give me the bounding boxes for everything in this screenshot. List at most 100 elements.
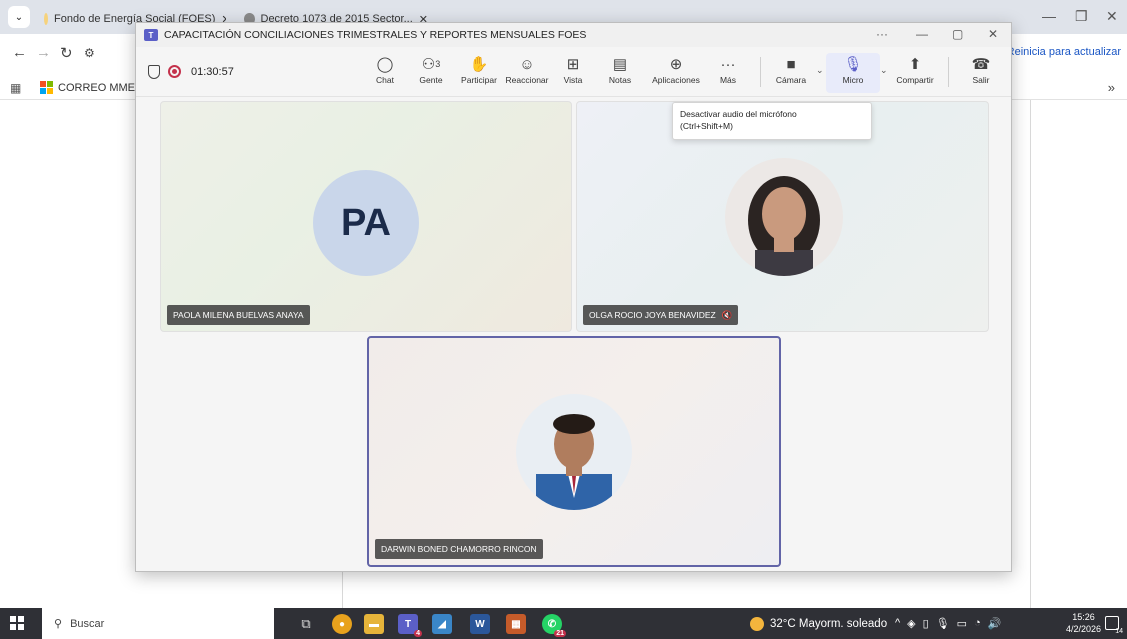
clock-date: 4/2/2026	[1066, 624, 1102, 634]
toolbar-divider	[948, 57, 949, 87]
camera-button[interactable]: ■ Cámara	[764, 53, 818, 93]
file-explorer-icon[interactable]: ▬	[364, 614, 384, 634]
teams-icon[interactable]: T4	[398, 614, 422, 637]
participant-name-tag: PAOLA MILENA BUELVAS ANAYA	[167, 305, 310, 325]
recording-icon	[168, 65, 181, 78]
weather-widget[interactable]: 32°C Mayorm. soleado	[750, 617, 887, 631]
more-button[interactable]: ··· Más	[701, 53, 755, 93]
grid-icon: ⊞	[566, 56, 580, 73]
ellipsis-icon: ···	[720, 55, 736, 73]
taskbar-search[interactable]: ⚲ Buscar	[42, 608, 274, 639]
people-label: Gente	[419, 75, 443, 85]
apps-label: Aplicaciones	[652, 75, 700, 85]
bookmark-correo[interactable]: CORREO MME	[40, 81, 135, 94]
view-label: Vista	[563, 75, 583, 85]
share-button[interactable]: ⬆ Compartir	[888, 53, 942, 93]
microphone-icon[interactable]: 🎙	[936, 617, 950, 630]
hang-up-icon: ☎	[971, 56, 991, 73]
word-icon[interactable]: W	[470, 614, 490, 634]
maximize-icon[interactable]: ❐	[1075, 8, 1088, 25]
task-view-icon[interactable]: ⧉	[296, 614, 316, 634]
avatar: PA	[313, 170, 419, 276]
notes-label: Notas	[608, 75, 632, 85]
battery-icon[interactable]: ▭	[957, 617, 967, 630]
leave-label: Salir	[972, 75, 990, 85]
participant-name-tag: OLGA ROCIO JOYA BENAVIDEZ 🔇	[583, 305, 739, 325]
volume-icon[interactable]: 🔊	[988, 617, 1002, 630]
clock-time: 15:26	[1072, 612, 1095, 622]
search-placeholder: Buscar	[70, 617, 105, 630]
apps-button[interactable]: ⊕ Aplicaciones	[649, 53, 703, 93]
minimize-icon[interactable]: —	[1042, 8, 1056, 24]
maximize-icon[interactable]: ▢	[952, 27, 963, 41]
raise-label: Participar	[461, 75, 497, 85]
system-tray: ^ ◈ ▯ 🎙 ▭ ◔ 🔊	[895, 617, 1001, 630]
foes-favicon-icon	[44, 13, 48, 25]
raise-hand-button[interactable]: ✋ Participar	[452, 53, 506, 93]
app-icon[interactable]: ◢	[432, 614, 452, 634]
avatar	[516, 394, 632, 510]
clock[interactable]: 15:26 4/2/2026	[1066, 611, 1101, 635]
close-window-icon[interactable]: ✕	[1106, 8, 1118, 25]
windows-start-icon[interactable]	[10, 616, 24, 630]
apps-grid-icon[interactable]: ▦	[10, 81, 21, 95]
tooltip-shortcut: (Ctrl+Shift+M)	[680, 121, 733, 131]
camera-label: Cámara	[775, 75, 807, 85]
wifi-icon[interactable]: ◔	[974, 617, 981, 630]
share-icon: ⬆	[908, 56, 922, 73]
participant-tile-active-speaker[interactable]: DARWIN BONED CHAMORRO RINCON	[367, 336, 781, 567]
whatsapp-icon[interactable]: ✆ 21	[542, 614, 566, 637]
teams-meeting-window: T CAPACITACIÓN CONCILIACIONES TRIMESTRAL…	[135, 22, 1012, 572]
taskbar: ⚲ Buscar ⧉ ● ▬ T4 ◢ W ▦ ✆ 21 32°C Mayorm.…	[0, 608, 1127, 639]
mic-tooltip: Desactivar audio del micrófono (Ctrl+Shi…	[672, 102, 872, 140]
more-options-icon[interactable]: ···	[876, 27, 888, 41]
back-icon[interactable]: ←	[12, 44, 27, 61]
teams-logo-icon: T	[144, 29, 158, 41]
shield-icon[interactable]: ◈	[907, 617, 915, 630]
notes-icon: ▤	[612, 56, 628, 73]
mic-options-chevron-icon[interactable]: ⌄	[880, 65, 888, 76]
notifications-icon[interactable]: 14	[1105, 616, 1123, 635]
notification-count: 14	[1115, 628, 1123, 635]
participant-tile[interactable]: PA PAOLA MILENA BUELVAS ANAYA	[160, 101, 572, 332]
microsoft-logo-icon	[40, 81, 53, 94]
whatsapp-badge: 21	[554, 630, 566, 637]
minimize-icon[interactable]: —	[916, 27, 928, 41]
teams-title-bar: T CAPACITACIÓN CONCILIACIONES TRIMESTRAL…	[136, 23, 1011, 47]
tooltip-text: Desactivar audio del micrófono	[680, 109, 797, 119]
forward-icon[interactable]: →	[36, 44, 51, 61]
close-window-icon[interactable]: ✕	[988, 27, 998, 41]
reload-icon[interactable]: ↻	[60, 44, 73, 62]
camera-options-chevron-icon[interactable]: ⌄	[816, 65, 824, 76]
people-icon: ⚇ 3	[421, 56, 441, 73]
device-icon[interactable]: ▯	[923, 617, 929, 630]
add-app-icon: ⊕	[669, 56, 683, 73]
mic-button[interactable]: 🎙 Micro	[826, 53, 880, 93]
app-grid-icon[interactable]: ▦	[506, 614, 526, 634]
chat-icon: ◯	[376, 56, 394, 73]
chrome-icon[interactable]: ●	[332, 614, 352, 634]
tab-search-button[interactable]: ⌄	[8, 6, 30, 28]
mic-muted-icon: 🔇	[721, 309, 733, 320]
people-button[interactable]: ⚇ 3 Gente	[404, 53, 458, 93]
meeting-title: CAPACITACIÓN CONCILIACIONES TRIMESTRALES…	[164, 29, 587, 41]
more-label: Más	[719, 75, 737, 85]
view-button[interactable]: ⊞ Vista	[546, 53, 600, 93]
sun-icon	[750, 617, 764, 631]
teams-badge: 4	[414, 630, 422, 637]
meeting-toolbar: 01:30:57 ◯ Chat ⚇ 3 Gente ✋ Participar ☺ …	[136, 47, 1011, 97]
more-bookmarks-icon[interactable]: »	[1108, 80, 1115, 95]
participant-name: OLGA ROCIO JOYA BENAVIDEZ	[589, 310, 716, 320]
notes-button[interactable]: ▤ Notas	[593, 53, 647, 93]
microphone-icon: 🎙	[843, 56, 863, 73]
meeting-timer: 01:30:57	[191, 66, 234, 78]
participant-name-tag: DARWIN BONED CHAMORRO RINCON	[375, 539, 543, 559]
leave-button[interactable]: ☎ Salir	[954, 53, 1008, 93]
share-label: Compartir	[896, 75, 934, 85]
search-icon: ⚲	[54, 618, 63, 630]
chat-label: Chat	[376, 75, 394, 85]
chevron-up-icon[interactable]: ^	[895, 617, 900, 630]
site-settings-icon[interactable]: ⚙	[84, 46, 95, 60]
avatar	[725, 158, 843, 276]
update-button[interactable]: Reinicia para actualizar	[1007, 46, 1121, 58]
